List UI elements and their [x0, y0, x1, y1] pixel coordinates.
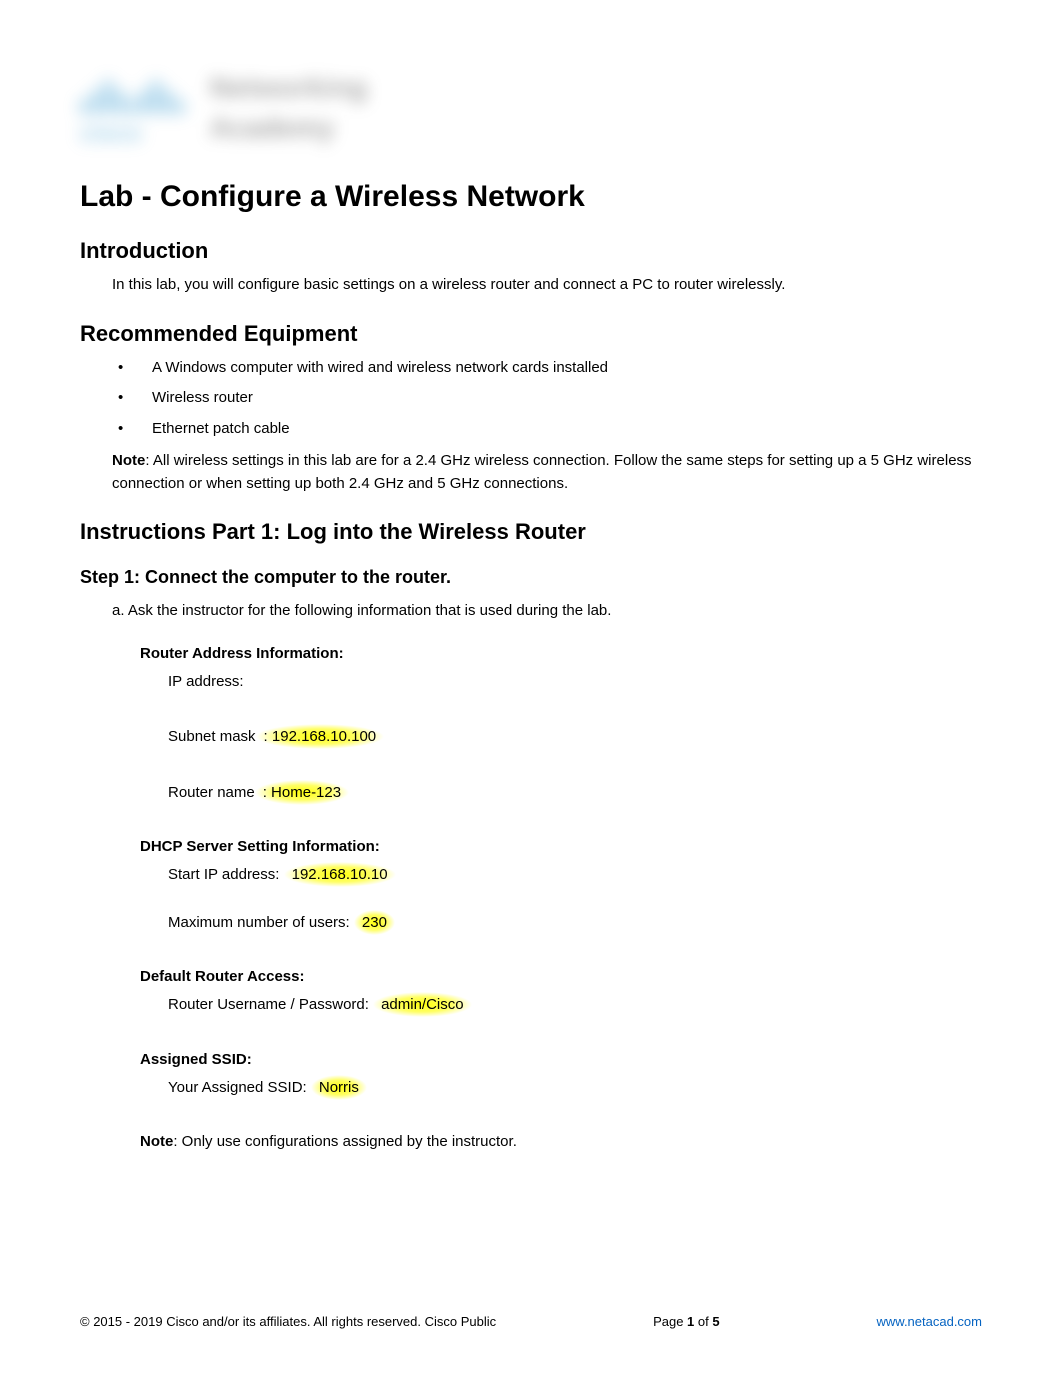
list-item: Wireless router	[118, 387, 982, 410]
subnet-mask-line: Subnet mask: 192.168.10.100	[168, 727, 982, 747]
equipment-list: A Windows computer with wired and wirele…	[118, 357, 982, 441]
start-ip-label: Start IP address:	[168, 866, 284, 883]
page-sep: of	[694, 1314, 712, 1329]
router-name-line: Router name: Home-123	[168, 783, 982, 803]
router-name-label: Router name	[168, 784, 255, 801]
step1-line-a: a. Ask the instructor for the following …	[112, 600, 982, 623]
logo-blurred: cisco Networking Academy	[80, 60, 390, 160]
equipment-note: Note: All wireless settings in this lab …	[112, 450, 982, 495]
cisco-bars-icon	[80, 80, 184, 114]
introduction-heading: Introduction	[80, 238, 982, 264]
footer-page-indicator: Page 1 of 5	[653, 1314, 720, 1329]
max-users-line: Maximum number of users: 230	[168, 913, 982, 933]
router-name-value-highlight: : Home-123	[255, 780, 349, 805]
logo-text-bottom: Academy	[210, 112, 335, 144]
note-text: : All wireless settings in this lab are …	[112, 452, 972, 492]
page-title: Lab - Configure a Wireless Network	[80, 180, 982, 214]
router-info-heading: Router Address Information:	[140, 645, 982, 662]
ssid-info-heading: Assigned SSID:	[140, 1051, 982, 1068]
introduction-text: In this lab, you will configure basic se…	[112, 274, 982, 297]
router-creds-value-highlight: admin/Cisco	[373, 992, 472, 1017]
note-label: Note	[112, 452, 145, 469]
footer-copyright: © 2015 - 2019 Cisco and/or its affiliate…	[80, 1314, 496, 1329]
note-text: : Only use configurations assigned by th…	[173, 1133, 517, 1150]
instructions-heading: Instructions Part 1: Log into the Wirele…	[80, 519, 982, 545]
router-creds-label: Router Username / Password:	[168, 996, 373, 1013]
step1-heading: Step 1: Connect the computer to the rout…	[80, 567, 982, 588]
list-item: A Windows computer with wired and wirele…	[118, 357, 982, 380]
ip-address-line: IP address:	[168, 672, 982, 692]
start-ip-line: Start IP address: 192.168.10.10	[168, 865, 982, 885]
page-prefix: Page	[653, 1314, 687, 1329]
footer-link[interactable]: www.netacad.com	[877, 1314, 983, 1329]
router-creds-line: Router Username / Password: admin/Cisco	[168, 995, 982, 1015]
logo-text-top: Networking	[210, 72, 367, 104]
page-total: 5	[712, 1314, 719, 1329]
subnet-label: Subnet mask	[168, 728, 256, 745]
subnet-value-highlight: : 192.168.10.100	[256, 724, 385, 749]
max-users-value-highlight: 230	[354, 910, 395, 935]
step1-note: Note: Only use configurations assigned b…	[140, 1133, 982, 1150]
list-item: Ethernet patch cable	[118, 418, 982, 441]
max-users-label: Maximum number of users:	[168, 914, 354, 931]
logo-brand-text: cisco	[80, 120, 141, 148]
note-label: Note	[140, 1133, 173, 1150]
equipment-heading: Recommended Equipment	[80, 321, 982, 347]
router-info-block: Router Address Information: IP address: …	[140, 645, 982, 1151]
dhcp-info-heading: DHCP Server Setting Information:	[140, 838, 982, 855]
access-info-heading: Default Router Access:	[140, 968, 982, 985]
ssid-value-highlight: Norris	[311, 1075, 367, 1100]
footer: © 2015 - 2019 Cisco and/or its affiliate…	[80, 1314, 982, 1329]
start-ip-value-highlight: 192.168.10.10	[284, 862, 396, 887]
ssid-label: Your Assigned SSID:	[168, 1079, 311, 1096]
ssid-line: Your Assigned SSID: Norris	[168, 1078, 982, 1098]
